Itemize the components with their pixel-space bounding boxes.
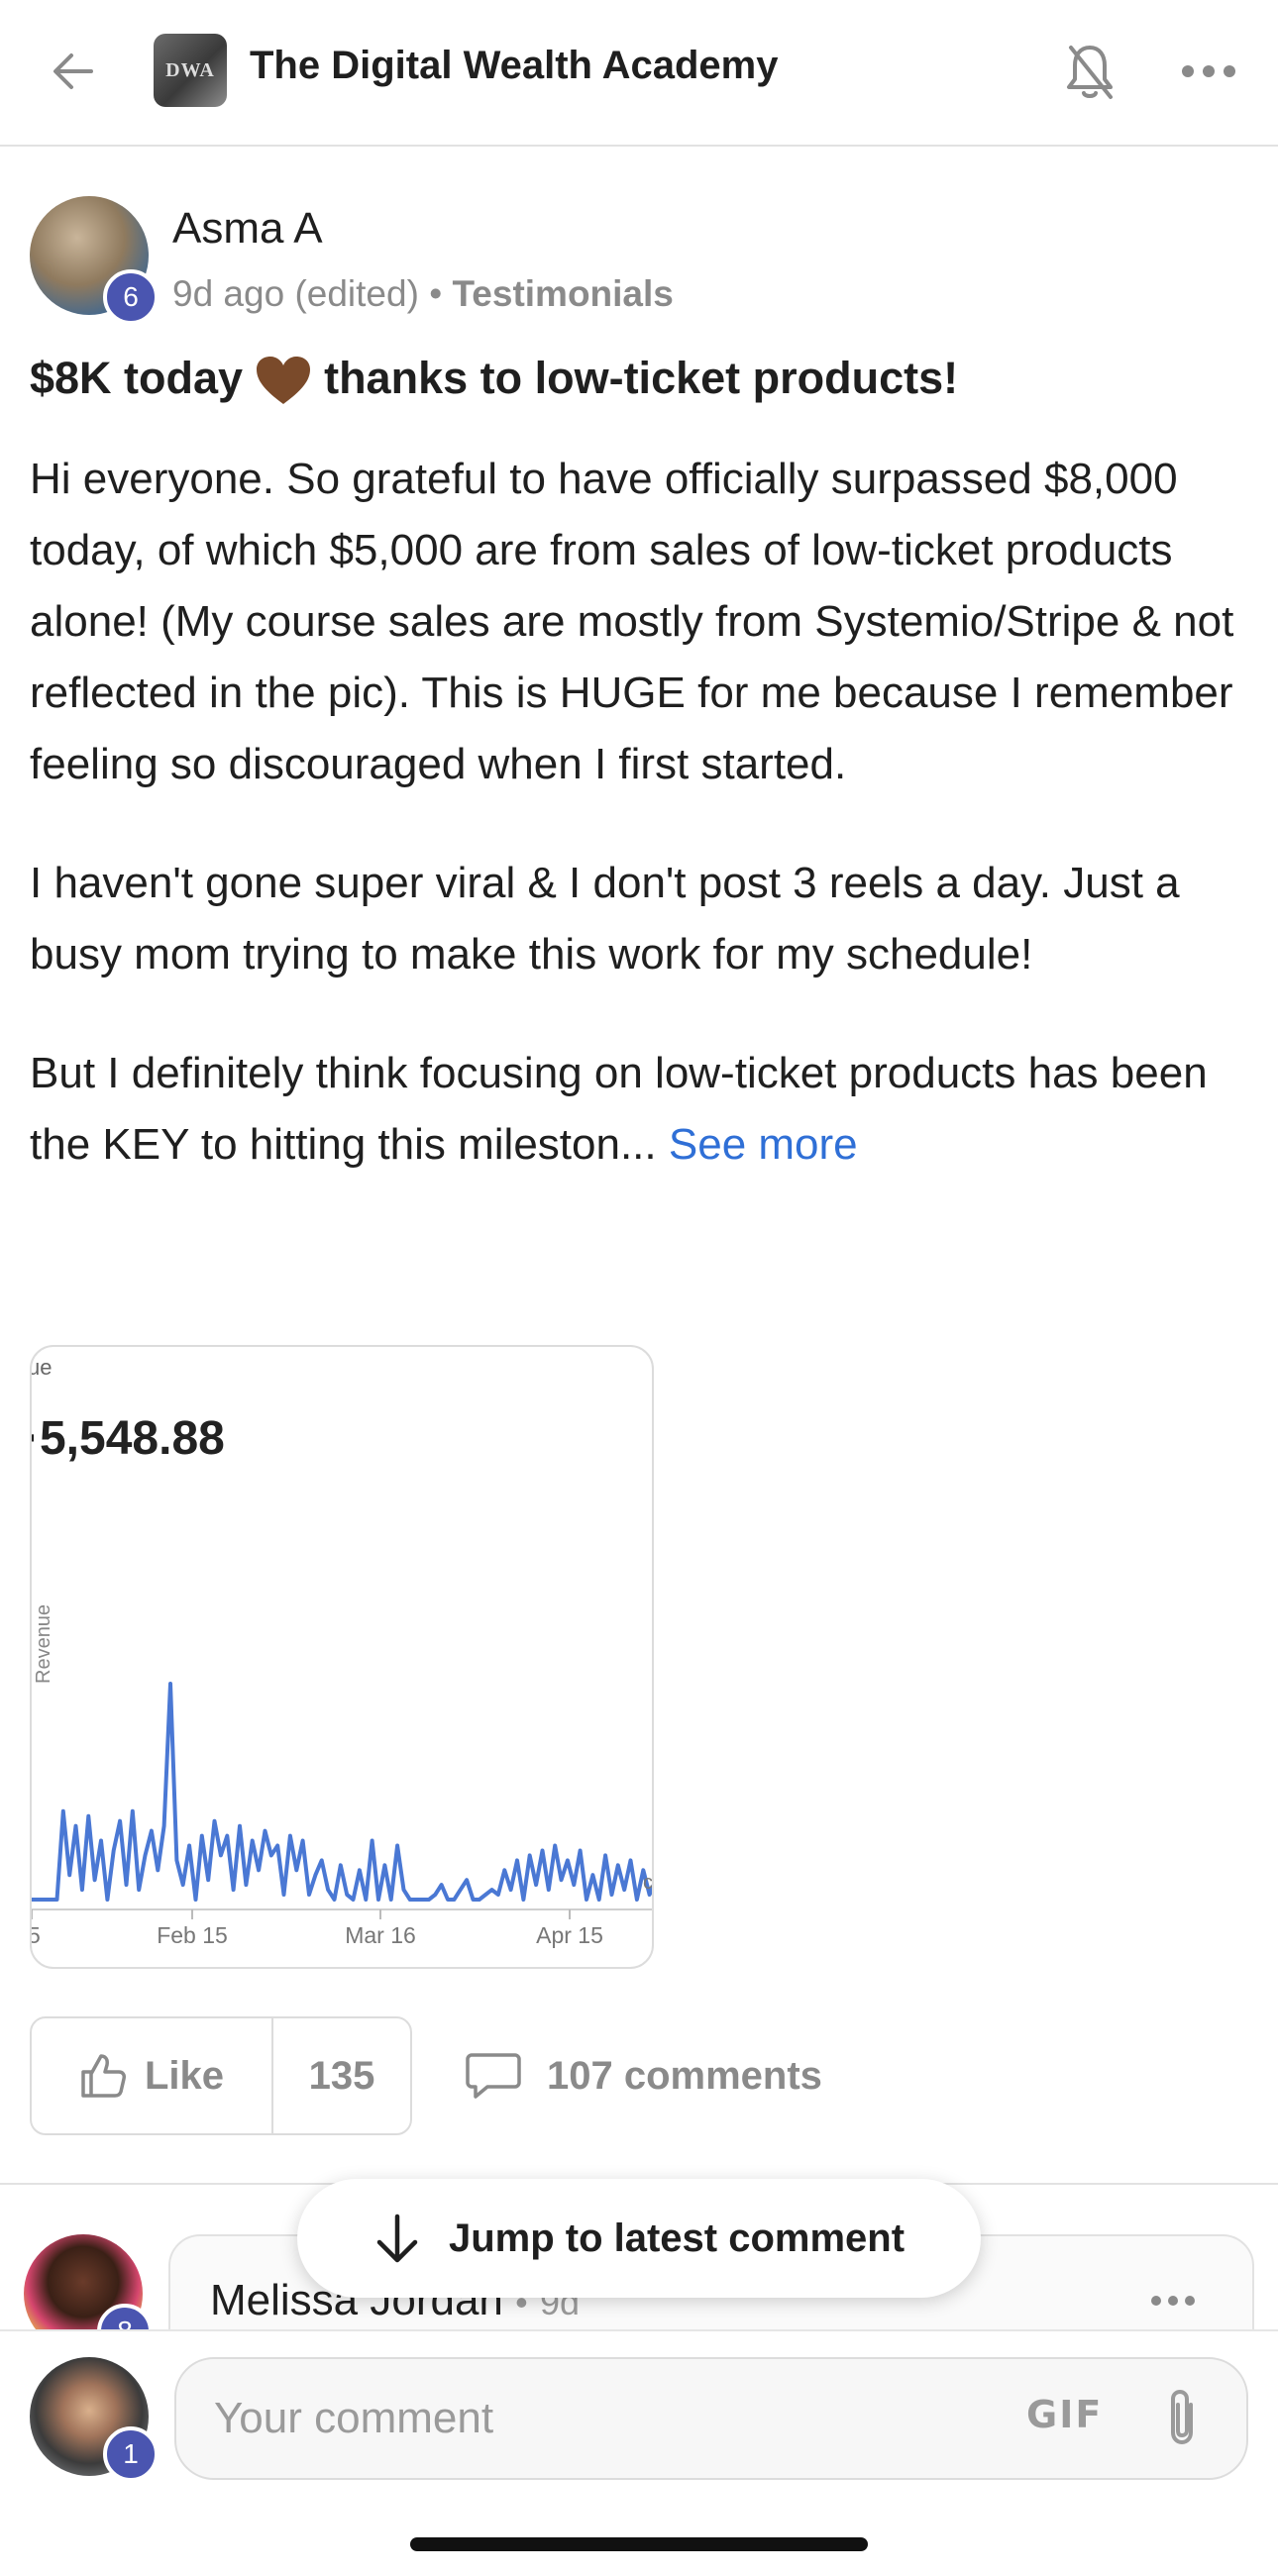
see-more-link[interactable]: See more	[669, 1120, 858, 1169]
post-category-link[interactable]: Testimonials	[452, 273, 673, 314]
current-user-level-badge: 1	[103, 2426, 159, 2482]
back-button[interactable]	[38, 36, 109, 107]
comment-bubble-icon	[466, 2053, 521, 2099]
x-axis-tick-label: 5	[32, 1922, 41, 1948]
post-time: 9d ago (edited)	[172, 273, 419, 314]
comment-more-button[interactable]	[1143, 2286, 1203, 2316]
jump-to-latest-comment-button[interactable]: Jump to latest comment	[297, 2179, 981, 2298]
comments-count-label: 107 comments	[547, 2053, 822, 2098]
revenue-amount: ·5,548.88	[32, 1412, 225, 1465]
like-label: Like	[144, 2053, 225, 2098]
home-indicator	[410, 2537, 868, 2551]
brown-heart-icon	[257, 357, 311, 404]
post-paragraph: I haven't gone super viral & I don't pos…	[30, 859, 1180, 979]
meta-separator: •	[429, 273, 443, 314]
like-button[interactable]: Like	[32, 2018, 273, 2133]
like-count-button[interactable]: 135	[273, 2018, 410, 2133]
jump-label: Jump to latest comment	[448, 2215, 905, 2260]
y-axis-label: Revenue	[33, 1604, 54, 1684]
chart-series-layer	[32, 1682, 652, 1902]
post-paragraph: Hi everyone. So grateful to have officia…	[30, 455, 1234, 788]
top-app-bar: DWA The Digital Wealth Academy	[0, 0, 1278, 147]
post-paragraph-truncated: But I definitely think focusing on low-t…	[30, 1038, 1258, 1181]
post-title: $8K today thanks to low-ticket products!	[30, 353, 958, 404]
post-title-end: thanks to low-ticket products!	[324, 353, 959, 403]
revenue-amount-clip: ·	[32, 1412, 40, 1465]
author-level-badge: 6	[103, 269, 159, 325]
gif-button[interactable]: GIF	[1026, 2393, 1103, 2436]
x-axis-tick-label: Mar 16	[345, 1922, 416, 1948]
comments-button[interactable]: 107 comments	[466, 2036, 822, 2115]
crop-right-label: c	[643, 1872, 653, 1894]
group-title[interactable]: The Digital Wealth Academy	[250, 44, 778, 88]
notifications-button[interactable]	[1054, 36, 1125, 107]
revenue-chart: ue ·5,548.88 Revenue c 5 Feb 15 Mar 16 Apr …	[32, 1355, 653, 1948]
author-name[interactable]: Asma A	[172, 204, 323, 254]
more-horizontal-icon	[1182, 65, 1235, 77]
x-axis-tick-label: Feb 15	[157, 1922, 228, 1948]
group-logo-text: DWA	[165, 58, 215, 81]
group-logo[interactable]: DWA	[154, 34, 227, 107]
bell-muted-icon	[1067, 46, 1113, 99]
post-paragraph-text: But I definitely think focusing on low-t…	[30, 1049, 1208, 1169]
more-horizontal-icon	[1151, 2296, 1195, 2306]
paperclip-icon[interactable]	[1157, 2387, 1207, 2450]
post-image-attachment[interactable]: ue ·5,548.88 Revenue c 5 Feb 15 Mar 16 Apr …	[30, 1345, 654, 1969]
like-group: Like 135	[30, 2016, 412, 2135]
post-detail-screen: DWA The Digital Wealth Academy 6 Asma A …	[0, 0, 1278, 2576]
arrow-down-icon	[376, 2214, 418, 2263]
post-body: Hi everyone. So grateful to have officia…	[30, 444, 1258, 1228]
thumbs-up-icon	[81, 2054, 126, 2098]
revenue-series-line	[32, 1682, 652, 1902]
post-title-start: $8K today	[30, 353, 244, 403]
crop-top-label: ue	[32, 1355, 52, 1380]
revenue-amount-value: 5,548.88	[40, 1412, 225, 1465]
back-arrow-icon	[53, 53, 93, 89]
x-axis-tick-label: Apr 15	[536, 1922, 603, 1948]
more-options-button[interactable]	[1169, 36, 1248, 107]
post-meta: 9d ago (edited) • Testimonials	[172, 273, 674, 315]
x-axis-ticks: 5 Feb 15 Mar 16 Apr 15	[32, 1909, 603, 1948]
